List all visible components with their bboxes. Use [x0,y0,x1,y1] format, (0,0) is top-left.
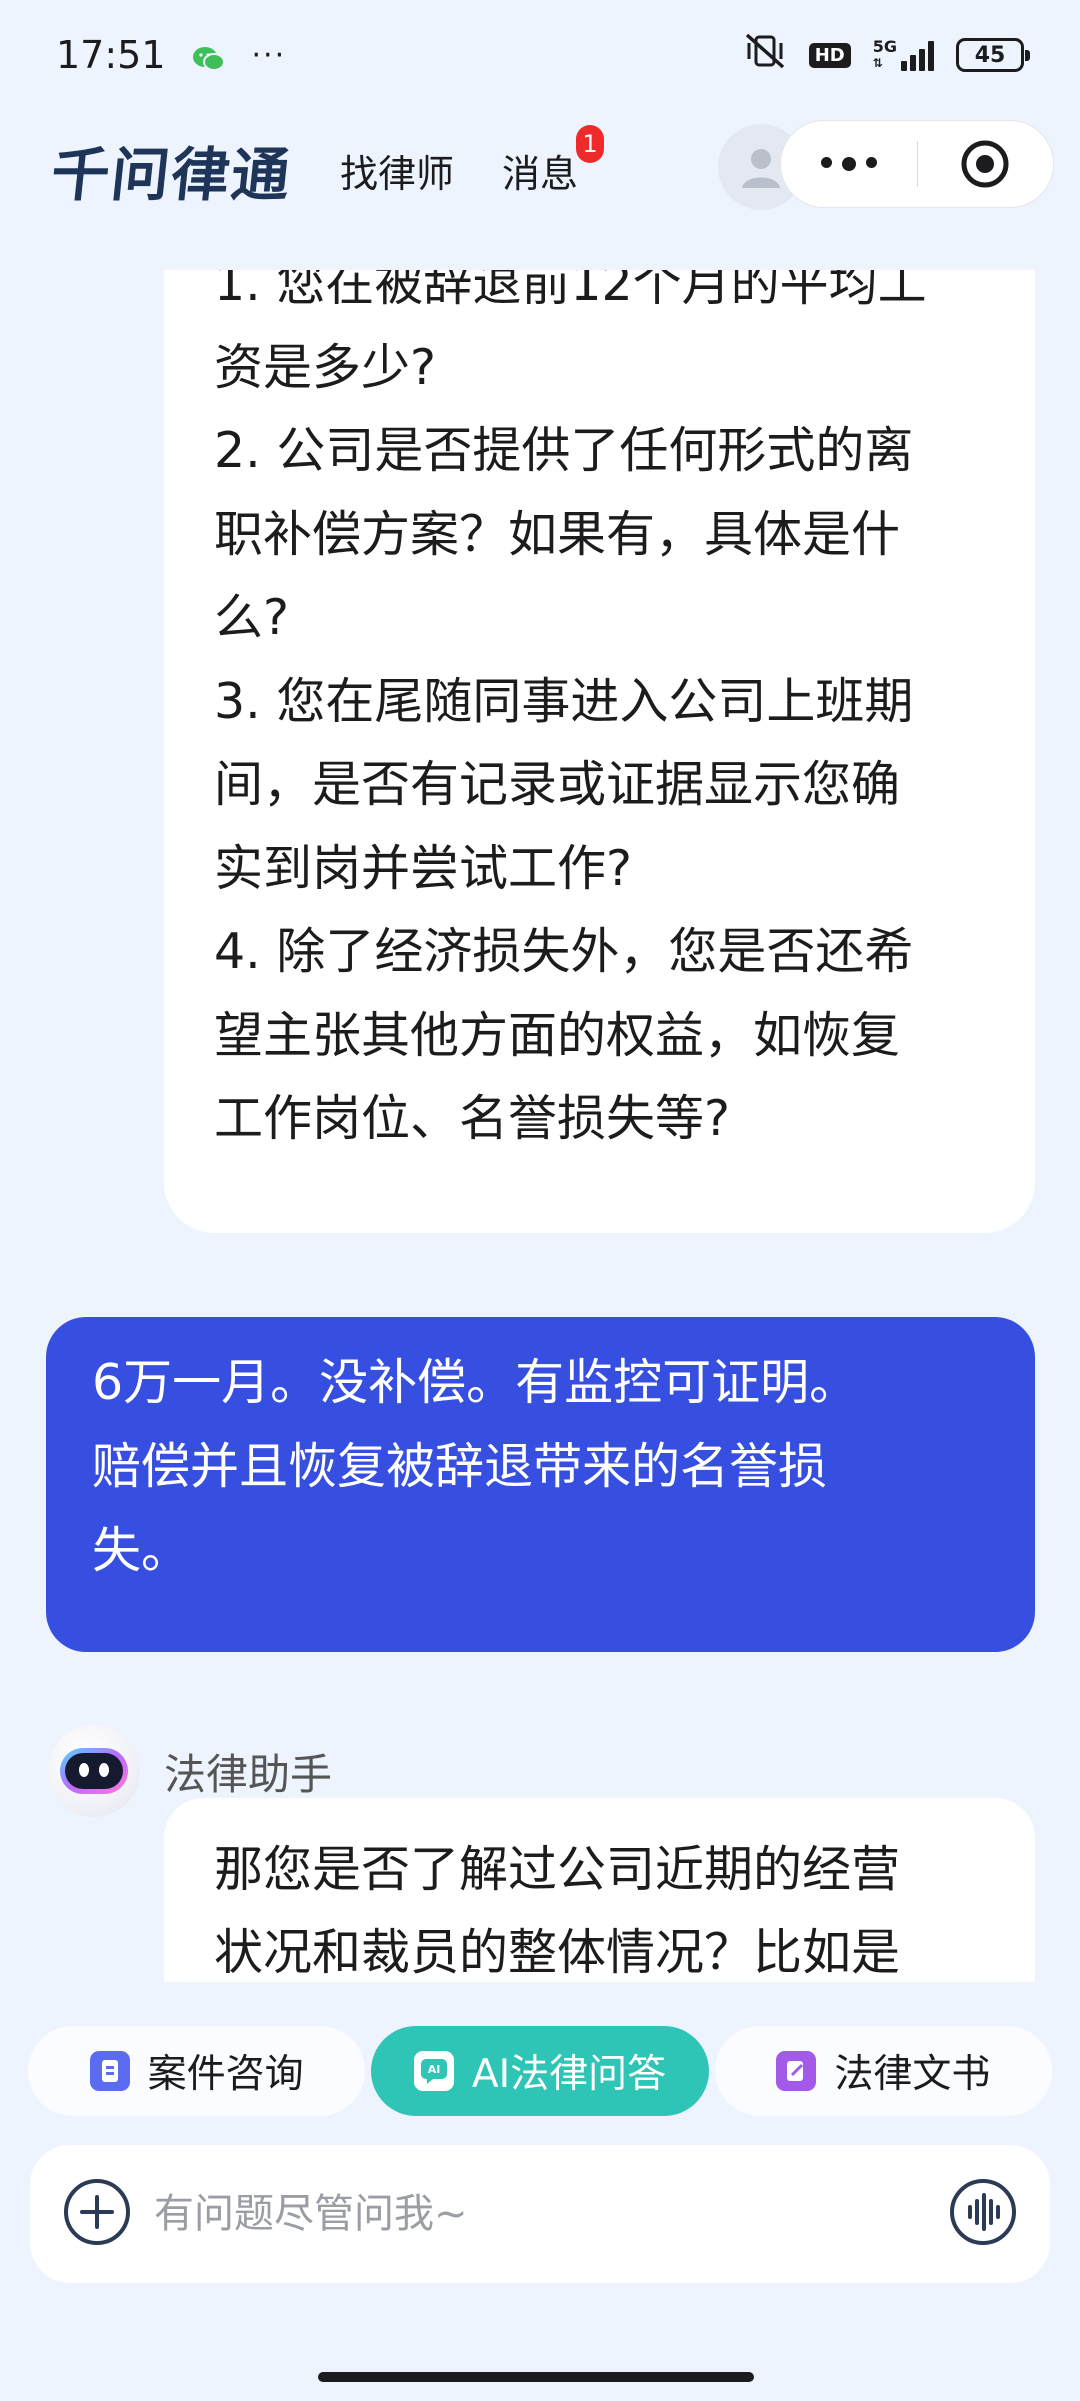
target-close-icon [961,140,1009,188]
nav-label: 消息 [502,151,579,196]
network-label: 5G [872,37,897,56]
voice-wave-icon [950,2179,1016,2245]
ai-message-bubble: 1. 您在被辞退前12个月的平均工 资是多少? 2. 公司是否提供了任何形式的离… [164,270,1035,1233]
message-line: 实到岗并尝试工作? [214,839,633,897]
message-line: 资是多少? [214,338,437,396]
more-notifications-icon: ··· [251,37,287,73]
user-icon [742,149,780,188]
battery-level: 45 [974,42,1006,68]
unread-badge: 1 [576,124,605,163]
battery-icon: 45 [956,38,1030,72]
message-line: 4. 除了经济损失外，您是否还希 [214,923,914,980]
plus-circle-icon [64,2179,130,2245]
question-input[interactable] [154,2191,948,2237]
app-logo: 千问律通 [47,141,296,209]
status-bar: 17:51 ··· HD 5G ⇅ 45 [0,0,1080,110]
message-line: 失。 [92,1522,191,1579]
svg-text:AI: AI [428,2063,441,2076]
nav-label: 找律师 [340,151,455,196]
close-mini-program-button[interactable] [918,138,1054,190]
tab-legal-documents[interactable]: 法律文书 [714,2026,1052,2116]
message-line: 6万一月。没补偿。有监控可证明。 [92,1354,859,1411]
ai-chat-icon: AI [413,2051,454,2091]
assistant-name: 法律助手 [164,1749,333,1799]
dot-icon [841,157,856,171]
tab-ai-legal-qa[interactable]: AI AI法律问答 [371,2026,709,2116]
more-menu-button[interactable] [781,157,917,171]
robot-icon [60,1748,128,1794]
tab-case-consultation[interactable]: 案件咨询 [28,2026,366,2116]
add-attachment-button[interactable] [62,2177,132,2251]
message-input-bar [30,2145,1050,2283]
message-line: 2. 公司是否提供了任何形式的离 [214,422,914,479]
message-line: 么? [214,589,290,646]
hd-badge: HD [808,42,851,68]
tab-label: 法律文书 [834,2052,991,2097]
nav-messages[interactable]: 消息 1 [502,124,605,198]
status-left: 17:51 ··· [56,33,286,77]
message-line: 那您是否了解过公司近期的经营 [214,1841,901,1898]
voice-input-button[interactable] [948,2177,1018,2251]
mini-program-capsule [780,120,1054,208]
mode-tab-bar: 案件咨询 AI AI法律问答 法律文书 [28,2026,1052,2116]
bot-avatar [48,1725,140,1817]
home-indicator[interactable] [318,2372,754,2382]
message-line: 赔偿并且恢复被辞退带来的名誉损 [92,1438,828,1495]
ai-message-bubble-latest: 那您是否了解过公司近期的经营 状况和裁员的整体情况？比如是 [164,1798,1035,1982]
status-right: HD 5G ⇅ 45 [743,31,1030,80]
message-line: 3. 您在尾随同事进入公司上班期 [214,672,914,730]
user-message-bubble: 6万一月。没补偿。有监控可证明。 赔偿并且恢复被辞退带来的名誉损 失。 [46,1317,1035,1652]
signal-icon: 5G ⇅ [873,39,934,71]
dot-icon [820,157,832,168]
message-line: 职补偿方案？如果有，具体是什 [214,505,901,563]
message-line: 工作岗位、名誉损失等? [214,1090,731,1147]
status-time: 17:51 [56,33,166,77]
dot-icon [865,157,877,168]
tab-label: 案件咨询 [147,2052,304,2097]
chat-area[interactable]: 1. 您在被辞退前12个月的平均工 资是多少? 2. 公司是否提供了任何形式的离… [0,270,1080,1982]
wechat-icon [192,41,226,71]
edit-document-icon [776,2051,817,2091]
message-line: 状况和裁员的整体情况？比如是 [214,1924,901,1981]
tab-label: AI法律问答 [471,2052,667,2097]
nav-find-lawyer[interactable]: 找律师 [340,143,454,198]
vibrate-off-icon [743,31,787,80]
message-line: 1. 您在被辞退前12个月的平均工 [214,270,927,312]
message-line: 间，是否有记录或证据显示您确 [214,756,901,813]
document-icon [89,2051,130,2091]
message-line: 望主张其他方面的权益，如恢复 [214,1006,901,1064]
